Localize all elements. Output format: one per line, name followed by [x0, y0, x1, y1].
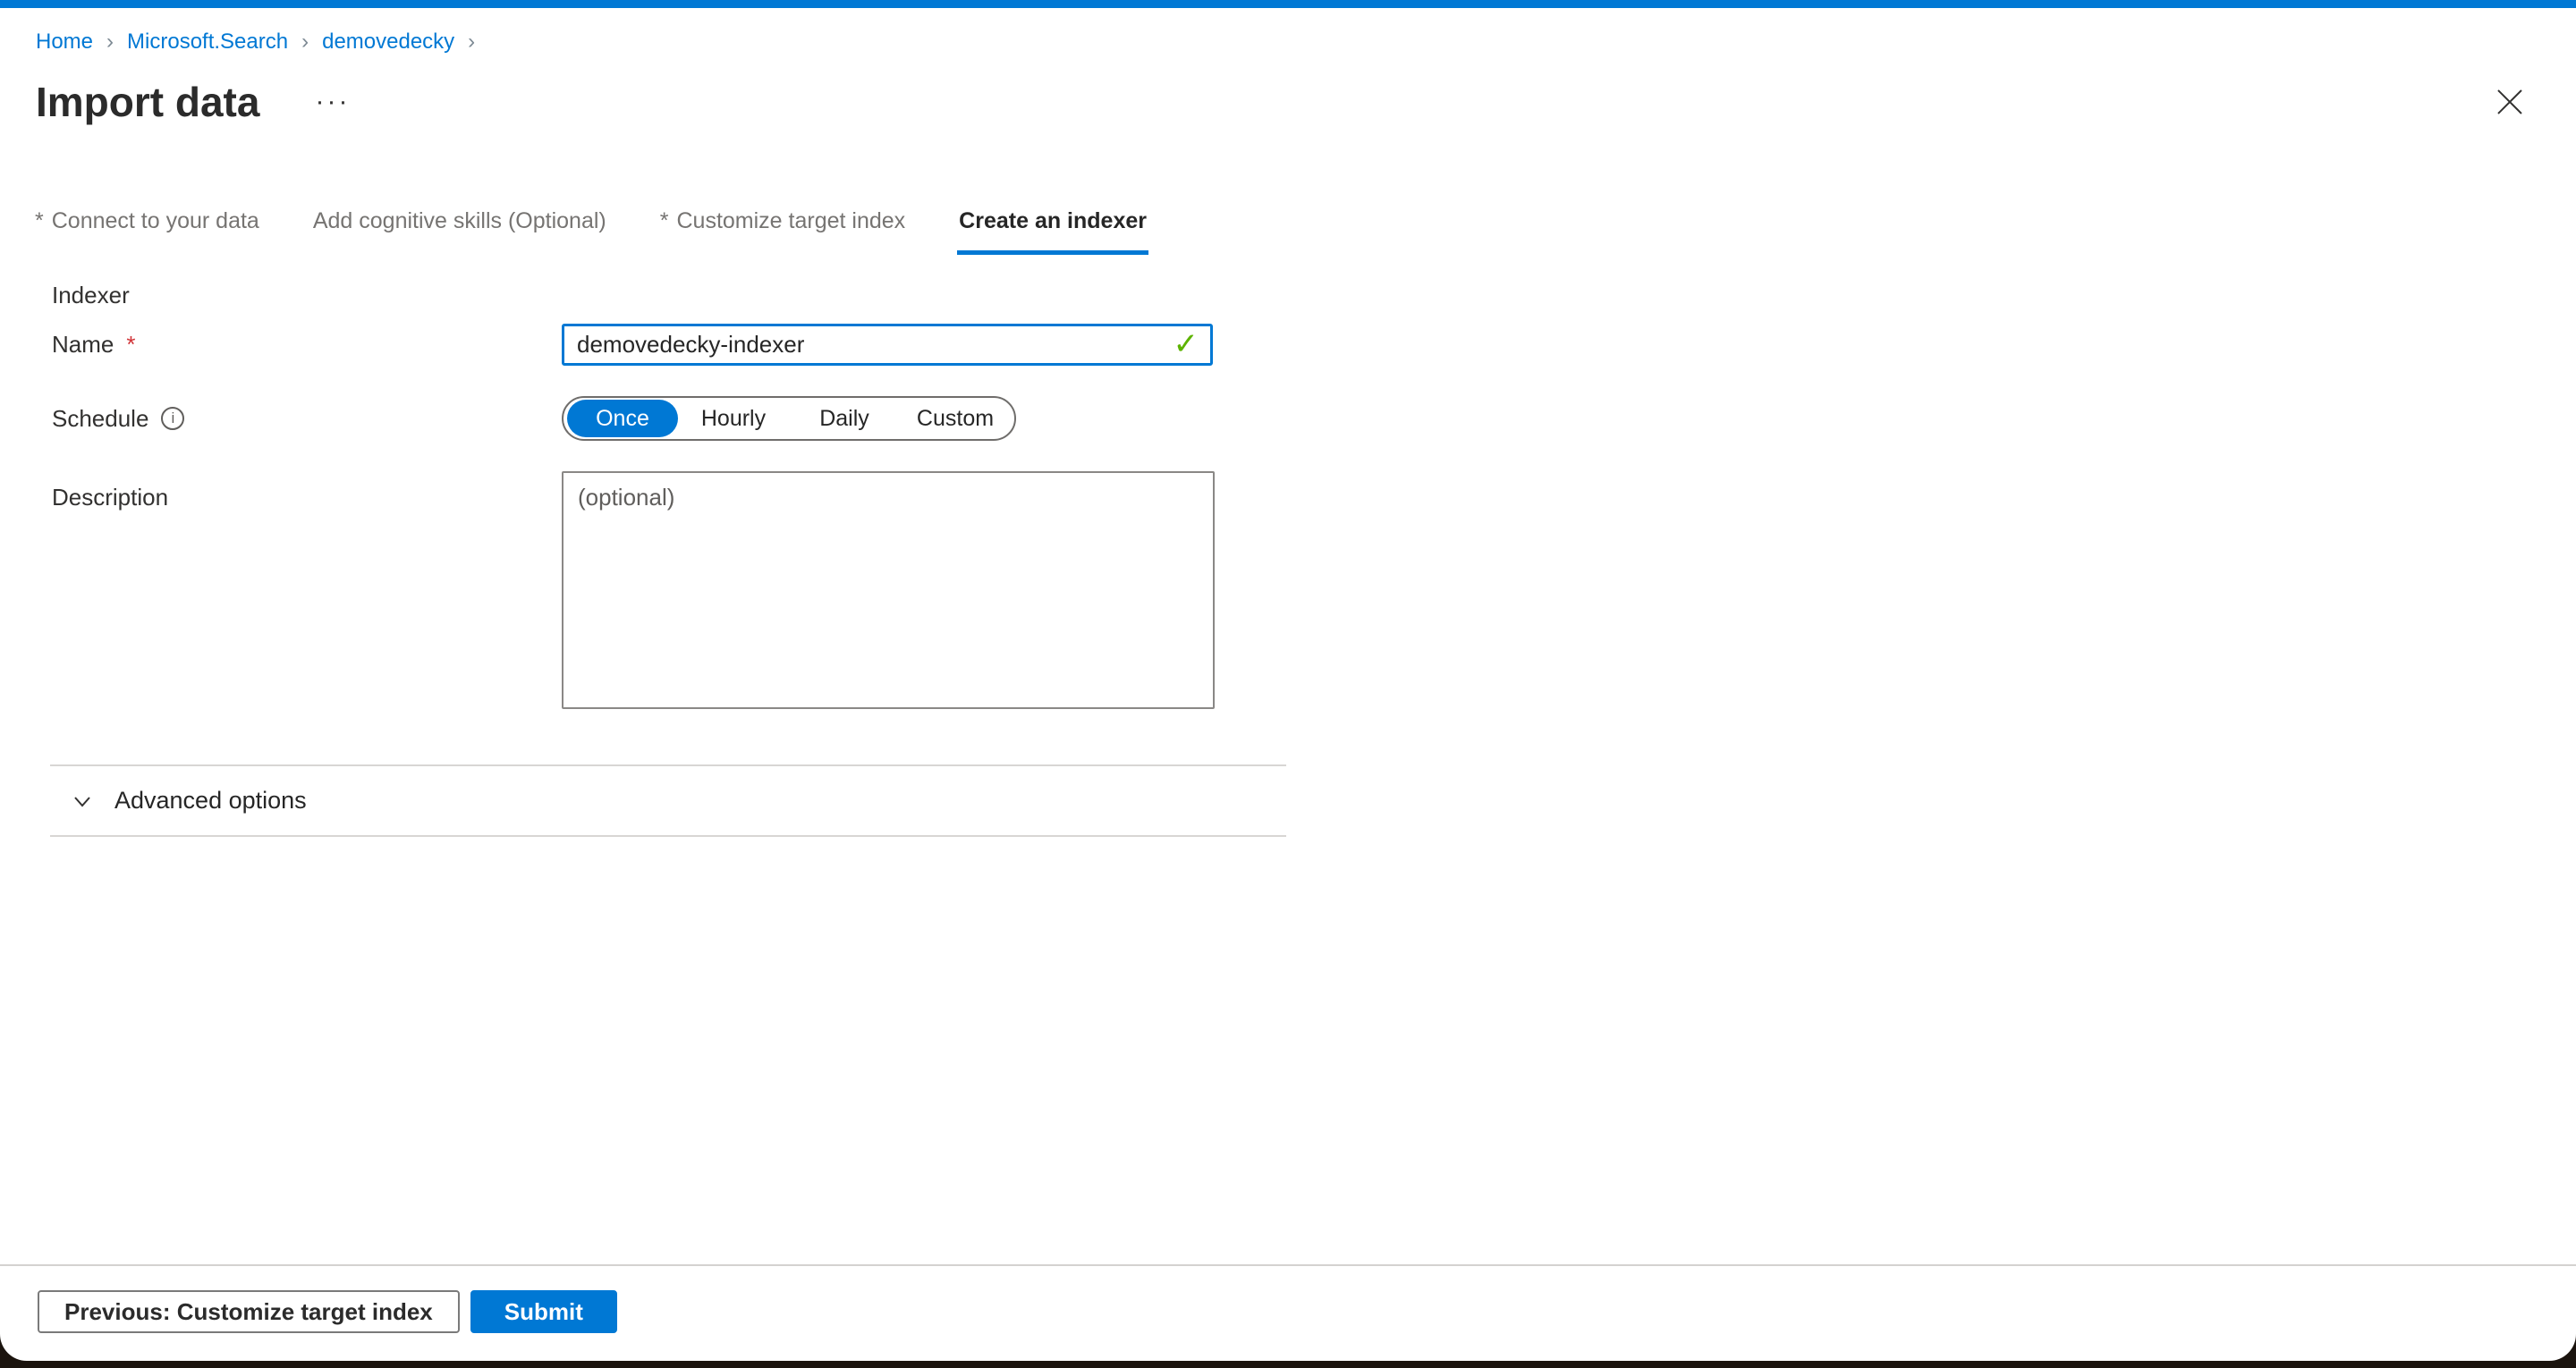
- submit-button[interactable]: Submit: [470, 1290, 617, 1333]
- description-row: Description: [52, 471, 2576, 709]
- schedule-row: Schedule i Once Hourly Daily Custom: [52, 396, 2576, 441]
- tab-connect-to-your-data[interactable]: * Connect to your data: [33, 208, 261, 255]
- schedule-label: Schedule i: [52, 405, 562, 433]
- tab-label: Customize target index: [676, 208, 905, 234]
- close-icon: [2495, 87, 2525, 117]
- required-marker: *: [126, 331, 135, 359]
- tab-create-an-indexer[interactable]: Create an indexer: [957, 208, 1148, 255]
- advanced-options-section: Advanced options: [50, 764, 1286, 837]
- name-label: Name *: [52, 331, 562, 359]
- tab-label: Add cognitive skills (Optional): [313, 208, 606, 234]
- schedule-option-hourly[interactable]: Hourly: [678, 400, 789, 437]
- description-label-text: Description: [52, 484, 168, 511]
- wizard-step-tabs: * Connect to your data Add cognitive ski…: [33, 208, 2576, 255]
- close-button[interactable]: [2490, 82, 2529, 122]
- schedule-segmented-control: Once Hourly Daily Custom: [562, 396, 1016, 441]
- indexer-name-input[interactable]: [562, 324, 1213, 366]
- wizard-footer: Previous: Customize target index Submit: [0, 1264, 2576, 1361]
- required-marker: *: [660, 208, 669, 234]
- tab-label: Create an indexer: [959, 208, 1147, 234]
- breadcrumb-link-home[interactable]: Home: [36, 30, 93, 55]
- more-options-button[interactable]: ···: [315, 89, 350, 115]
- import-data-panel: Home › Microsoft.Search › demovedecky › …: [0, 0, 2576, 1361]
- required-marker: *: [35, 208, 44, 234]
- breadcrumb: Home › Microsoft.Search › demovedecky ›: [36, 30, 2576, 55]
- tab-add-cognitive-skills[interactable]: Add cognitive skills (Optional): [311, 208, 608, 255]
- breadcrumb-separator-icon: ›: [468, 30, 475, 55]
- breadcrumb-separator-icon: ›: [106, 30, 114, 55]
- breadcrumb-separator-icon: ›: [301, 30, 309, 55]
- name-input-wrap: ✓: [562, 324, 1213, 366]
- name-label-text: Name: [52, 331, 114, 359]
- breadcrumb-link-demovedecky[interactable]: demovedecky: [322, 30, 454, 55]
- tab-customize-target-index[interactable]: * Customize target index: [658, 208, 907, 255]
- description-label: Description: [52, 471, 562, 511]
- description-textarea[interactable]: [562, 471, 1215, 709]
- schedule-option-daily[interactable]: Daily: [789, 400, 900, 437]
- schedule-label-text: Schedule: [52, 405, 148, 433]
- breadcrumb-link-microsoft-search[interactable]: Microsoft.Search: [127, 30, 288, 55]
- advanced-options-label: Advanced options: [114, 787, 307, 815]
- tab-label: Connect to your data: [52, 208, 259, 234]
- chevron-down-icon: [70, 789, 95, 814]
- divider: [50, 835, 1286, 837]
- info-icon[interactable]: i: [161, 407, 184, 430]
- advanced-options-toggle[interactable]: Advanced options: [50, 766, 307, 835]
- schedule-option-custom[interactable]: Custom: [900, 400, 1011, 437]
- portal-top-accent-bar: [0, 0, 2576, 8]
- indexer-section-label: Indexer: [52, 282, 2576, 309]
- name-row: Name * ✓: [52, 324, 2576, 366]
- page-title: Import data: [36, 78, 259, 126]
- previous-step-button[interactable]: Previous: Customize target index: [38, 1290, 460, 1333]
- page-header: Import data ···: [36, 78, 2576, 126]
- indexer-form: Indexer Name * ✓ Schedule i Once Hourly …: [52, 282, 2576, 739]
- schedule-option-once[interactable]: Once: [567, 400, 678, 437]
